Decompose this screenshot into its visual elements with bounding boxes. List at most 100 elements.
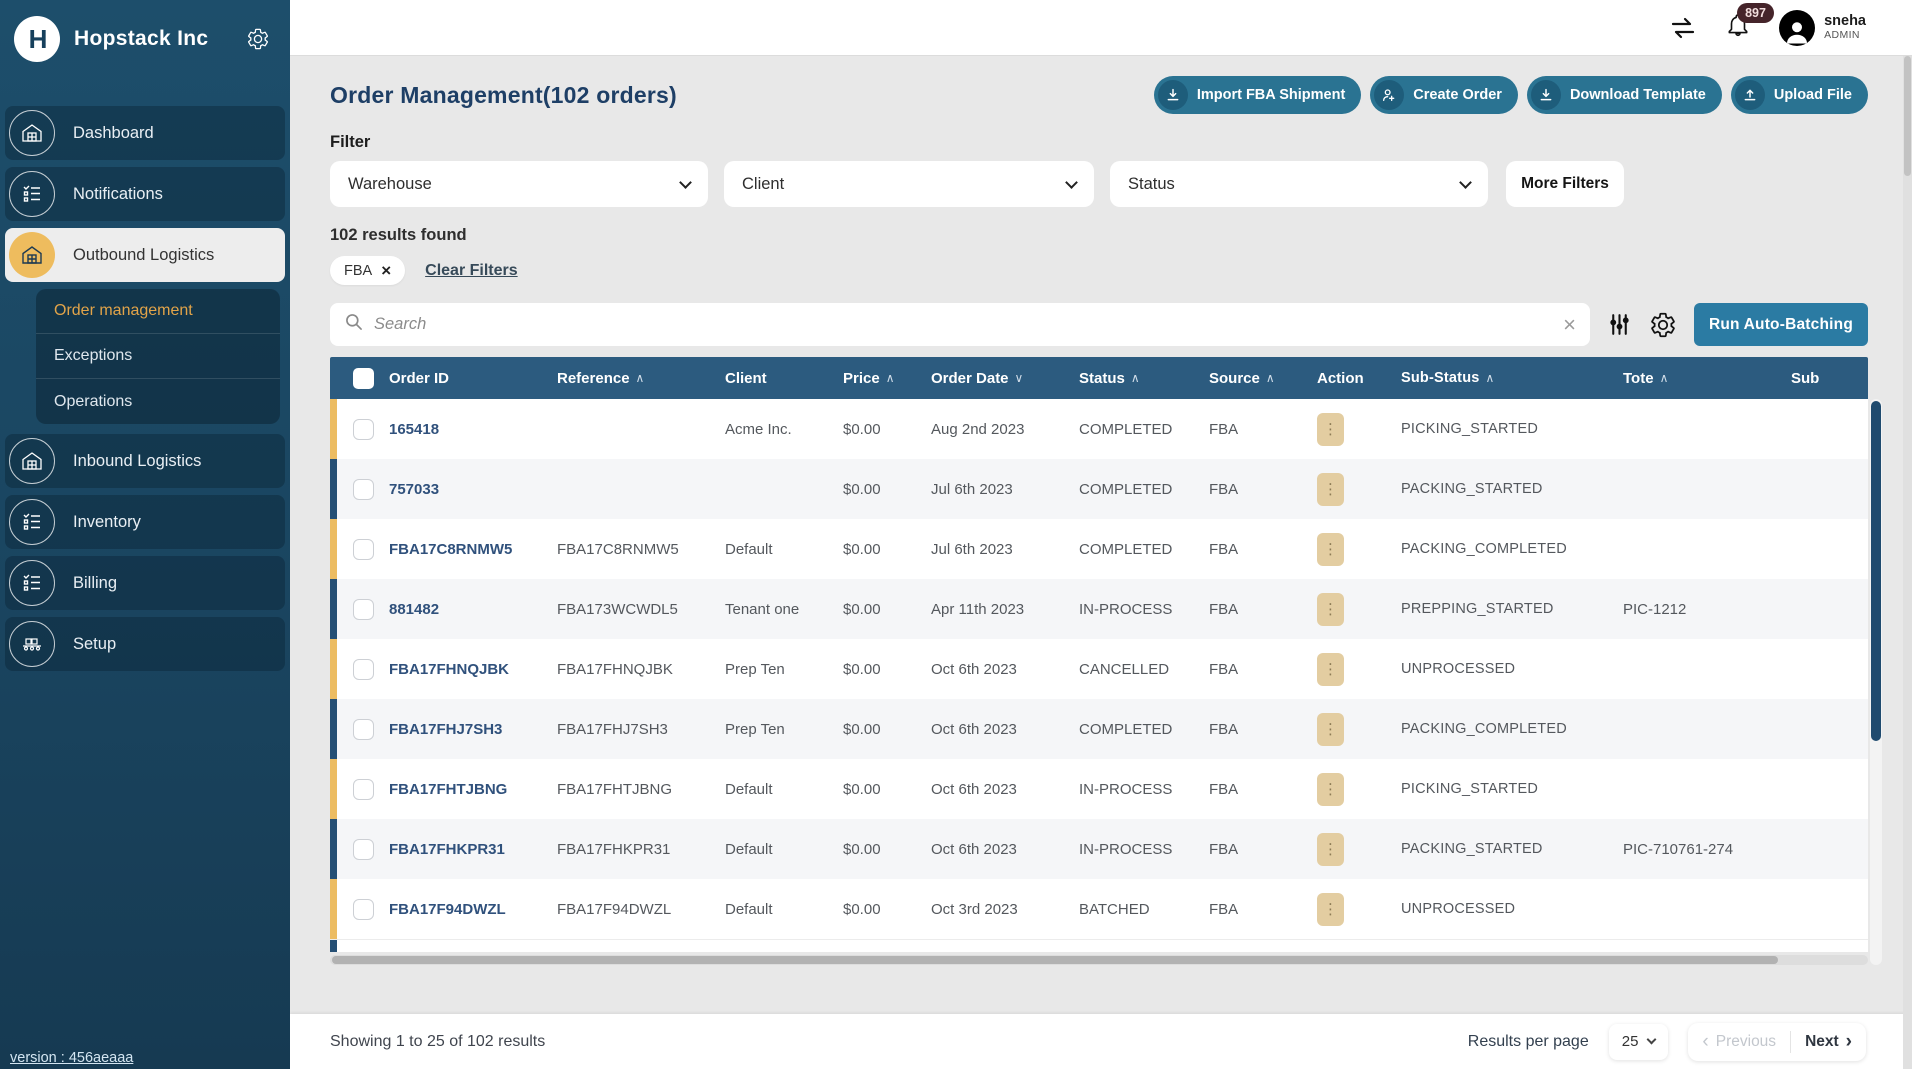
table-row: FBA17FHNQJBKFBA17FHNQJBKPrep Ten$0.00Oct… [330,639,1868,699]
cell-order-date: Apr 11th 2023 [931,601,1079,618]
cell-sub-status: UNPROCESSED [1401,901,1623,917]
previous-page-button[interactable]: ‹ Previous [1688,1032,1790,1051]
search-clear-icon[interactable]: × [1563,314,1576,336]
download-icon [1531,80,1561,110]
column-header-status[interactable]: Status∧ [1079,370,1209,387]
select-all-checkbox[interactable] [353,368,374,389]
row-stripe [330,579,337,639]
row-checkbox[interactable] [353,419,374,440]
page-size-select[interactable]: 25 [1609,1024,1669,1060]
column-header-action: Action [1317,370,1401,387]
row-actions-kebab[interactable]: ⋮ [1317,653,1344,686]
column-header-order-date[interactable]: Order Date∨ [931,370,1079,387]
cell-source: FBA [1209,841,1317,858]
sidebar-item-order-management[interactable]: Order management [36,289,280,334]
order-id-link[interactable]: FBA17FHNQJBK [389,661,509,678]
warehouse-dropdown[interactable]: Warehouse [330,161,708,207]
status-dropdown[interactable]: Status [1110,161,1488,207]
row-checkbox[interactable] [353,599,374,620]
chevron-down-icon [1065,176,1078,189]
version-text: version : 456aeaaa [10,1050,133,1066]
row-checkbox[interactable] [353,779,374,800]
order-id-link[interactable]: 165418 [389,421,439,438]
cell-sub-status: PACKING_COMPLETED [1401,721,1623,737]
row-actions-kebab[interactable]: ⋮ [1317,773,1344,806]
sidebar-item-exceptions[interactable]: Exceptions [36,334,280,379]
order-id-link[interactable]: FBA17F94DWZL [389,901,506,918]
chevron-down-icon [1459,176,1472,189]
row-actions-kebab[interactable]: ⋮ [1317,413,1344,446]
column-header-source[interactable]: Source∧ [1209,370,1317,387]
page-scrollbar[interactable] [1903,56,1912,1069]
download-template-button[interactable]: Download Template [1527,76,1722,114]
checklist-icon [9,560,55,606]
order-id-link[interactable]: 757033 [389,481,439,498]
sidebar-item-dashboard[interactable]: Dashboard [5,106,285,160]
cell-reference: FBA173WCWDL5 [557,601,725,618]
sidebar-item-billing[interactable]: Billing [5,556,285,610]
table-row: FBA17C8RNMW5FBA17C8RNMW5Default$0.00Jul … [330,519,1868,579]
cell-reference: FBA17FHNQJBK [557,661,725,678]
column-header-order-id: Order ID [389,370,557,387]
sidebar-item-notifications[interactable]: Notifications [5,167,285,221]
order-id-link[interactable]: 881482 [389,601,439,618]
chip-close-icon[interactable]: × [381,262,391,279]
column-header-sub: Sub [1791,370,1868,387]
search-input[interactable] [374,315,1553,334]
table-settings-gear-icon[interactable] [1649,311,1677,339]
column-header-sub-status[interactable]: Sub-Status∧ [1401,370,1623,386]
sidebar-item-inventory[interactable]: Inventory [5,495,285,549]
avatar [1779,10,1815,46]
cell-reference: FBA17C8RNMW5 [557,541,725,558]
column-sliders-icon[interactable] [1607,312,1632,337]
next-page-button[interactable]: Next › [1791,1032,1866,1051]
user-menu[interactable]: sneha ADMIN [1779,10,1866,46]
order-id-link[interactable]: FBA17FHTJBNG [389,781,507,798]
clear-filters-link[interactable]: Clear Filters [425,262,517,280]
cell-client: Default [725,901,843,918]
row-actions-kebab[interactable]: ⋮ [1317,533,1344,566]
row-checkbox[interactable] [353,839,374,860]
row-actions-kebab[interactable]: ⋮ [1317,473,1344,506]
column-header-price[interactable]: Price∧ [843,370,931,387]
row-checkbox[interactable] [353,899,374,920]
more-filters-button[interactable]: More Filters [1506,161,1624,207]
row-checkbox[interactable] [353,539,374,560]
chevron-down-icon [1647,1035,1657,1045]
order-id-link[interactable]: FBA17FHKPR31 [389,841,505,858]
order-id-link[interactable]: FBA17C8RNMW5 [389,541,512,558]
sidebar-item-outbound-logistics[interactable]: Outbound Logistics [5,228,285,282]
user-name: sneha [1824,14,1866,30]
row-checkbox[interactable] [353,719,374,740]
sidebar-gear-icon[interactable] [246,27,270,51]
cell-order-date: Oct 6th 2023 [931,841,1079,858]
table-vertical-scrollbar[interactable] [1870,399,1882,965]
cell-status: CANCELLED [1079,661,1209,678]
column-header-tote[interactable]: Tote∧ [1623,370,1791,387]
table-horizontal-scrollbar[interactable] [330,955,1868,965]
sidebar-item-operations[interactable]: Operations [36,379,280,424]
notifications-bell-icon[interactable]: 897 [1725,12,1751,43]
column-header-reference[interactable]: Reference∧ [557,370,725,387]
run-auto-batching-button[interactable]: Run Auto-Batching [1694,303,1868,346]
cell-source: FBA [1209,661,1317,678]
cell-source: FBA [1209,481,1317,498]
row-actions-kebab[interactable]: ⋮ [1317,893,1344,926]
row-actions-kebab[interactable]: ⋮ [1317,713,1344,746]
order-id-link[interactable]: FBA17FHJ7SH3 [389,721,502,738]
cell-status: COMPLETED [1079,481,1209,498]
row-actions-kebab[interactable]: ⋮ [1317,593,1344,626]
import-fba-shipment-button[interactable]: Import FBA Shipment [1154,76,1361,114]
row-checkbox[interactable] [353,479,374,500]
row-checkbox[interactable] [353,659,374,680]
create-order-button[interactable]: Create Order [1370,76,1518,114]
sidebar-item-inbound-logistics[interactable]: Inbound Logistics [5,434,285,488]
row-actions-kebab[interactable]: ⋮ [1317,833,1344,866]
upload-file-button[interactable]: Upload File [1731,76,1868,114]
sync-arrows-icon[interactable] [1669,16,1697,40]
sidebar-item-setup[interactable]: Setup [5,617,285,671]
client-dropdown[interactable]: Client [724,161,1094,207]
cell-status: IN-PROCESS [1079,841,1209,858]
cell-price: $0.00 [843,901,931,918]
checklist-icon [9,171,55,217]
